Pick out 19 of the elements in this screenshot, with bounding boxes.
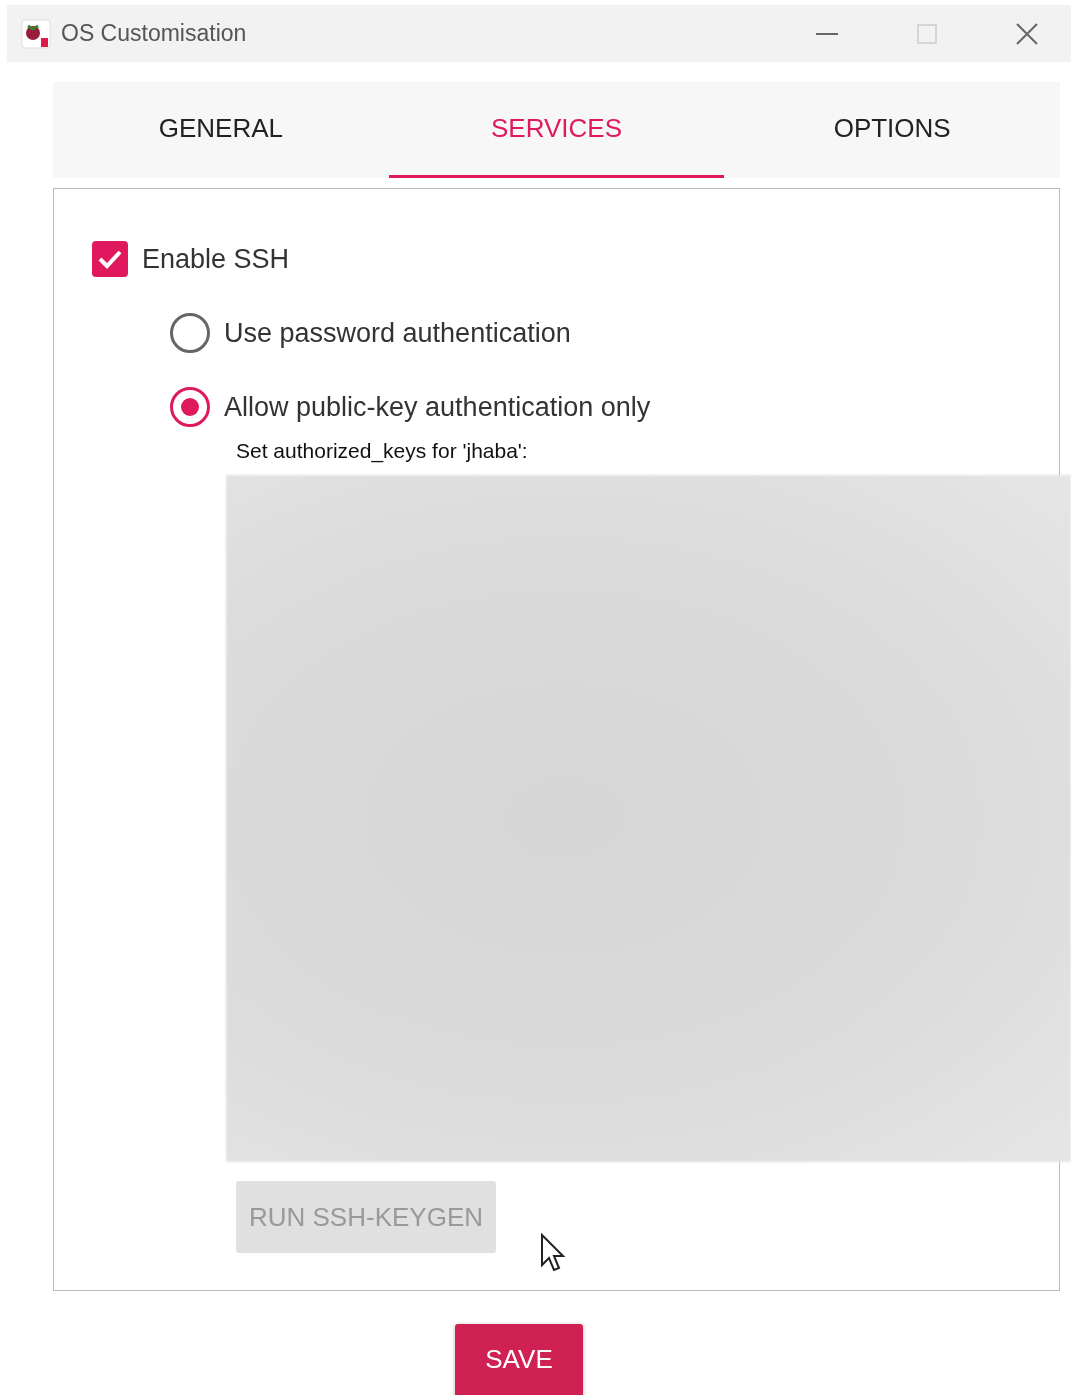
tab[interactable]: SERVICES <box>388 82 725 178</box>
tab[interactable]: GENERAL <box>53 82 389 178</box>
save-button[interactable]: SAVE <box>455 1324 583 1395</box>
raspberry-icon <box>21 18 51 49</box>
radio-button[interactable] <box>170 313 210 353</box>
close-icon <box>1016 22 1038 45</box>
check-icon <box>97 249 123 269</box>
radio-label: Allow public-key authentication only <box>224 391 651 423</box>
tab[interactable]: OPTIONS <box>724 82 1060 178</box>
keys-field[interactable] <box>226 475 1071 1162</box>
minimize-icon <box>816 32 838 35</box>
field-label: Set authorized_keys for 'jhaba': <box>236 439 529 463</box>
window-title: OS Customisation <box>61 20 248 47</box>
radio-button[interactable] <box>170 387 210 427</box>
checkbox[interactable] <box>92 241 128 277</box>
cursor-icon <box>540 1233 566 1273</box>
checkbox-label: Enable SSH <box>142 243 290 275</box>
maximize-icon <box>917 23 937 44</box>
radio-label: Use password authentication <box>224 317 571 349</box>
